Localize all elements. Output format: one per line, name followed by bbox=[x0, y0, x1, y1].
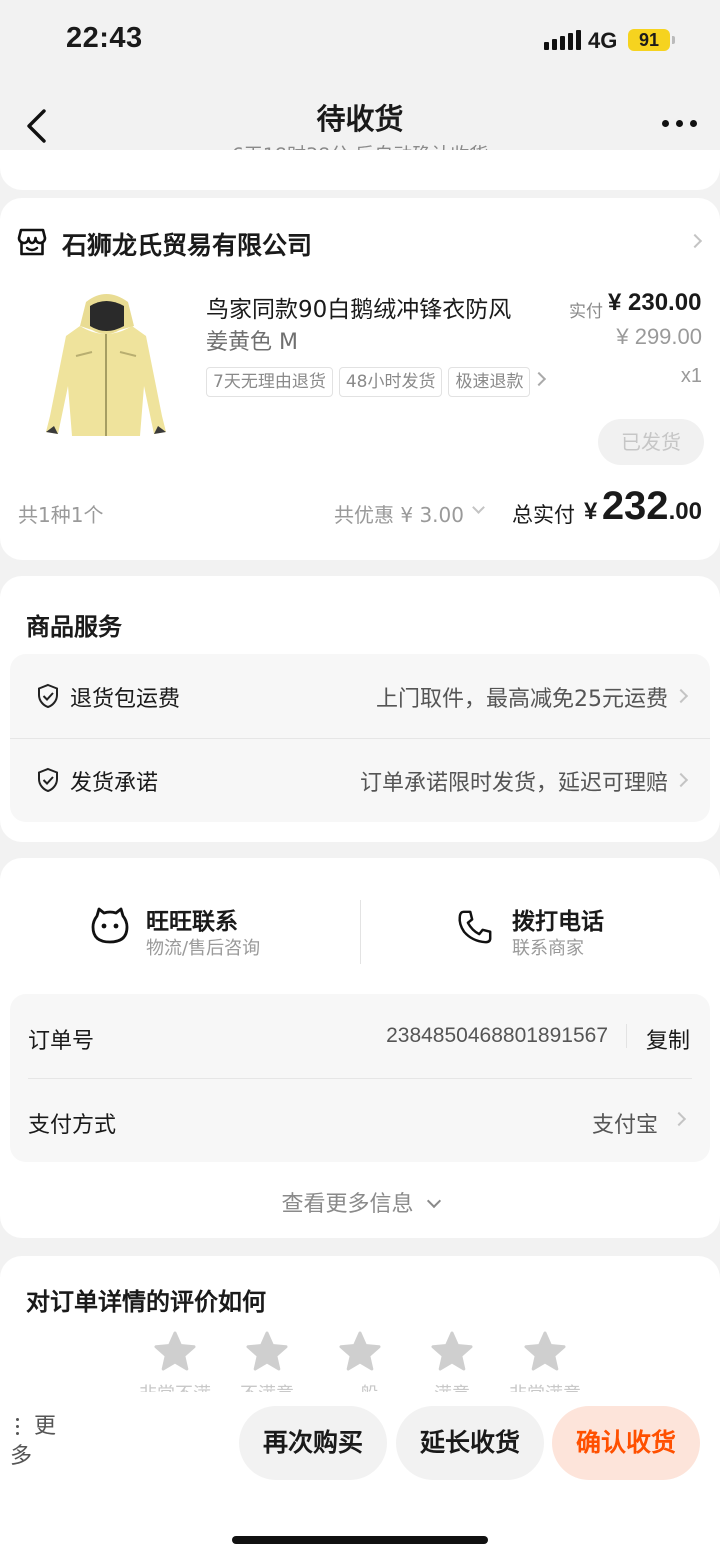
rating-option-label: 满意 bbox=[412, 1383, 492, 1392]
chevron-down-icon bbox=[426, 1193, 441, 1209]
status-time: 22:43 bbox=[66, 22, 143, 54]
product-title[interactable]: 鸟家同款90白鹅绒冲锋衣防风 bbox=[206, 290, 511, 324]
signal-icon bbox=[544, 30, 581, 50]
view-more-info-label: 查看更多信息 bbox=[281, 1192, 414, 1217]
extend-receipt-button[interactable]: 延长收货 bbox=[396, 1406, 544, 1480]
shipped-status-button: 已发货 bbox=[598, 419, 704, 465]
rating-option-label: 非常满意 bbox=[505, 1383, 585, 1392]
confirm-receipt-button[interactable]: 确认收货 bbox=[552, 1406, 700, 1480]
rating-option-label: 一般 bbox=[320, 1383, 400, 1392]
star-icon[interactable] bbox=[430, 1330, 474, 1374]
original-price: ¥ 299.00 bbox=[616, 324, 702, 349]
paid-label: 实付 bbox=[569, 302, 603, 322]
total-paid-amount: ¥ 232.00 bbox=[584, 484, 702, 529]
product-tags: 7天无理由退货 48小时发货 极速退款 bbox=[206, 367, 546, 399]
chevron-right-icon bbox=[673, 772, 689, 788]
service-label: 退货包运费 bbox=[70, 687, 181, 712]
service-tag: 极速退款 bbox=[448, 367, 531, 397]
chevron-right-icon bbox=[673, 688, 689, 704]
shield-icon bbox=[38, 767, 58, 793]
phone-title[interactable]: 拨打电话 bbox=[512, 902, 604, 936]
total-dec: .00 bbox=[668, 498, 702, 525]
home-indicator bbox=[232, 1536, 488, 1544]
star-icon[interactable] bbox=[245, 1330, 289, 1374]
divider bbox=[28, 1078, 692, 1079]
rating-option-label: 非常不满意 bbox=[135, 1383, 215, 1392]
view-more-info-link[interactable]: 查看更多信息 bbox=[0, 1186, 720, 1218]
buy-again-button[interactable]: 再次购买 bbox=[239, 1406, 387, 1480]
star-icon[interactable] bbox=[153, 1330, 197, 1374]
order-number: 2384850468801891567 bbox=[386, 1024, 608, 1047]
wangwang-subtitle: 物流/售后咨询 bbox=[146, 938, 261, 959]
jacket-image bbox=[46, 294, 166, 436]
rating-title: 对订单详情的评价如何 bbox=[26, 1288, 266, 1316]
discount-summary[interactable]: 共优惠 ¥ 3.00 bbox=[334, 499, 464, 528]
service-tag: 7天无理由退货 bbox=[206, 367, 333, 397]
shop-name[interactable]: 石狮龙氏贸易有限公司 bbox=[62, 226, 312, 262]
previous-card-edge bbox=[0, 150, 720, 190]
more-menu-button[interactable]: 更多 bbox=[10, 1412, 70, 1472]
order-number-label: 订单号 bbox=[28, 1029, 95, 1054]
service-value: 订单承诺限时发货，延迟可理赔 bbox=[359, 771, 668, 796]
page-title: 待收货 bbox=[316, 102, 404, 136]
service-row-delivery-promise[interactable]: 发货承诺 订单承诺限时发货，延迟可理赔 bbox=[10, 739, 710, 821]
quantity: x1 bbox=[680, 365, 702, 387]
shield-icon bbox=[38, 683, 58, 709]
star-icon[interactable] bbox=[338, 1330, 382, 1374]
total-paid-label: 总实付 bbox=[512, 503, 575, 527]
status-bar: 22:43 4G 91 bbox=[0, 0, 720, 80]
paid-price: ¥ 230.00 bbox=[608, 289, 702, 316]
phone-subtitle: 联系商家 bbox=[512, 938, 584, 959]
battery-icon: 91 bbox=[628, 29, 675, 51]
more-dots-icon bbox=[16, 1418, 19, 1436]
payment-method-value[interactable]: 支付宝 bbox=[592, 1107, 658, 1139]
star-icon[interactable] bbox=[523, 1330, 567, 1374]
product-spec: 姜黄色 M bbox=[206, 330, 298, 355]
service-tag: 48小时发货 bbox=[338, 367, 443, 397]
network-label: 4G bbox=[588, 28, 618, 53]
services-title: 商品服务 bbox=[26, 613, 122, 641]
phone-icon bbox=[458, 910, 492, 944]
divider bbox=[626, 1024, 627, 1048]
divider bbox=[360, 900, 361, 964]
product-image[interactable] bbox=[28, 286, 184, 442]
wangwang-icon bbox=[91, 907, 129, 944]
total-int: 232 bbox=[601, 484, 669, 528]
total-currency: ¥ bbox=[584, 498, 598, 525]
item-count: 共1种1个 bbox=[18, 503, 104, 527]
wangwang-title[interactable]: 旺旺联系 bbox=[146, 902, 238, 936]
more-options-icon[interactable] bbox=[662, 120, 697, 127]
copy-order-number-button[interactable]: 复制 bbox=[646, 1023, 690, 1055]
service-label: 发货承诺 bbox=[70, 771, 159, 796]
payment-method-label: 支付方式 bbox=[28, 1113, 117, 1138]
service-row-return-shipping[interactable]: 退货包运费 上门取件，最高减免25元运费 bbox=[10, 655, 710, 737]
rating-option-label: 不满意 bbox=[227, 1383, 307, 1392]
shop-icon bbox=[17, 228, 47, 256]
service-value: 上门取件，最高减免25元运费 bbox=[376, 687, 668, 712]
